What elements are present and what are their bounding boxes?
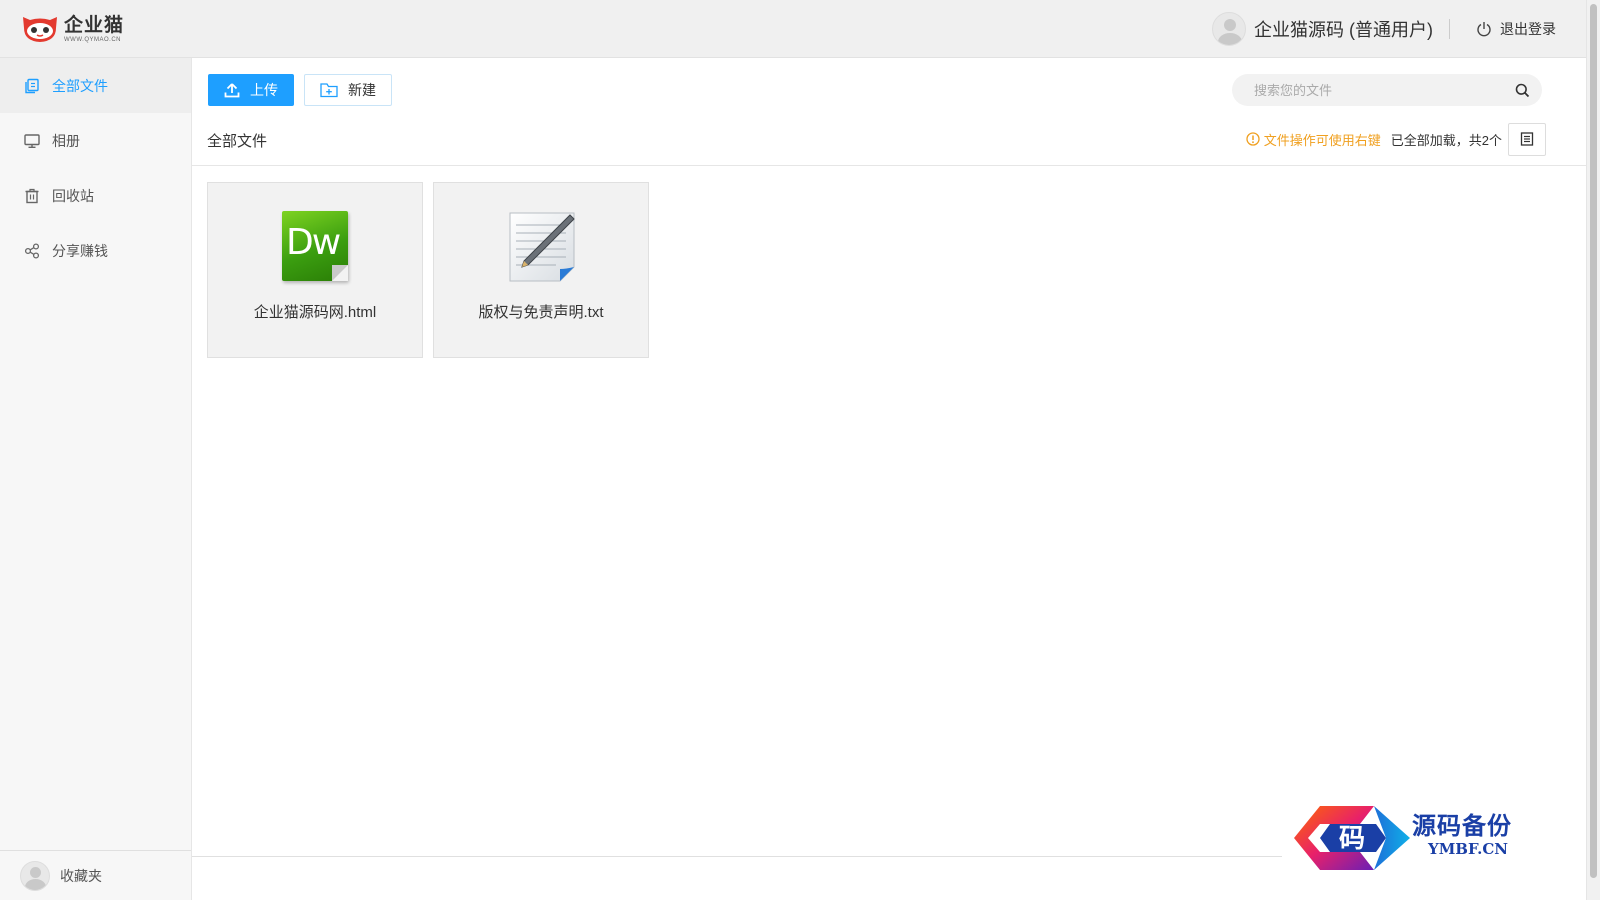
monitor-icon bbox=[24, 133, 40, 148]
logout-label: 退出登录 bbox=[1500, 21, 1556, 37]
tip-text: 文件操作可使用右键 bbox=[1263, 132, 1381, 148]
upload-icon bbox=[224, 83, 240, 98]
sidebar-item-label: 分享赚钱 bbox=[52, 242, 108, 259]
list-view-icon bbox=[1520, 132, 1534, 146]
logo-url: WWW.QYMAO.CN bbox=[64, 36, 121, 43]
sidebar-item-all-files[interactable]: 全部文件 bbox=[0, 58, 191, 113]
file-item[interactable]: 版权与免责声明.txt bbox=[433, 182, 649, 358]
page-scrollbar[interactable] bbox=[1586, 0, 1600, 900]
favorites-label: 收藏夹 bbox=[60, 867, 102, 884]
cat-logo-icon bbox=[20, 14, 60, 44]
top-header: 企业猫 WWW.QYMAO.CN 企业猫源码 (普通用户) 退出登录 bbox=[0, 0, 1586, 58]
logo-text: 企业猫 bbox=[64, 13, 125, 36]
watermark-badge-text: 码 bbox=[1339, 824, 1365, 854]
sidebar: 全部文件 相册 回收站 分享赚钱 收藏夹 bbox=[0, 58, 192, 900]
sidebar-item-label: 相册 bbox=[52, 132, 80, 149]
file-grid: Dw 企业猫源码网.html 版权与免责声明.txt bbox=[207, 182, 659, 358]
file-name: 企业猫源码网.html bbox=[253, 304, 377, 321]
footer-divider bbox=[192, 856, 1282, 857]
watermark-title: 源码备份 bbox=[1412, 811, 1512, 840]
sidebar-item-label: 全部文件 bbox=[52, 77, 108, 94]
upload-label: 上传 bbox=[250, 82, 278, 98]
search-button[interactable] bbox=[1502, 74, 1542, 106]
loaded-count: 已全部加载，共2个 bbox=[1390, 132, 1502, 148]
logout-button[interactable]: 退出登录 bbox=[1476, 19, 1556, 39]
username[interactable]: 企业猫源码 (普通用户) bbox=[1254, 16, 1433, 42]
power-icon bbox=[1477, 22, 1491, 37]
dreamweaver-file-icon: Dw bbox=[282, 211, 350, 283]
sidebar-item-album[interactable]: 相册 bbox=[0, 113, 191, 168]
files-icon bbox=[25, 78, 39, 93]
main-content: 上传 新建 全部文件 bbox=[192, 58, 1586, 900]
trash-icon bbox=[25, 188, 39, 203]
folder-plus-icon bbox=[320, 83, 338, 98]
right-click-tip: 文件操作可使用右键 bbox=[1246, 130, 1381, 149]
file-item[interactable]: Dw 企业猫源码网.html bbox=[207, 182, 423, 358]
upload-button[interactable]: 上传 bbox=[208, 74, 294, 106]
info-circle-icon bbox=[1246, 132, 1260, 146]
logo[interactable]: 企业猫 WWW.QYMAO.CN bbox=[20, 13, 140, 45]
watermark-logo: 码 源码备份 YMBF.CN bbox=[1290, 802, 1540, 874]
path-bar: 全部文件 文件操作可使用右键 已全部加载，共2个 bbox=[192, 122, 1586, 166]
sidebar-item-recycle-bin[interactable]: 回收站 bbox=[0, 168, 191, 223]
watermark-badge-icon: 码 bbox=[1294, 806, 1410, 870]
scrollbar-thumb[interactable] bbox=[1590, 4, 1597, 878]
search-input[interactable] bbox=[1232, 74, 1502, 106]
view-toggle-button[interactable] bbox=[1508, 122, 1546, 156]
breadcrumb[interactable]: 全部文件 bbox=[207, 130, 267, 151]
avatar bbox=[20, 860, 50, 891]
sidebar-item-share-earn[interactable]: 分享赚钱 bbox=[0, 223, 191, 278]
search-box bbox=[1232, 74, 1542, 106]
share-icon bbox=[24, 242, 40, 259]
new-label: 新建 bbox=[348, 82, 376, 98]
sidebar-item-label: 回收站 bbox=[52, 187, 94, 204]
new-folder-button[interactable]: 新建 bbox=[304, 74, 392, 106]
header-divider bbox=[1449, 19, 1450, 39]
file-name: 版权与免责声明.txt bbox=[478, 304, 604, 321]
watermark-url: YMBF.CN bbox=[1428, 840, 1509, 858]
text-file-icon bbox=[508, 211, 576, 283]
user-area: 企业猫源码 (普通用户) 退出登录 bbox=[1212, 12, 1556, 46]
toolbar: 上传 新建 bbox=[208, 74, 392, 106]
avatar[interactable] bbox=[1212, 12, 1246, 46]
favorites-link[interactable]: 收藏夹 bbox=[0, 850, 191, 900]
search-icon bbox=[1515, 83, 1529, 97]
